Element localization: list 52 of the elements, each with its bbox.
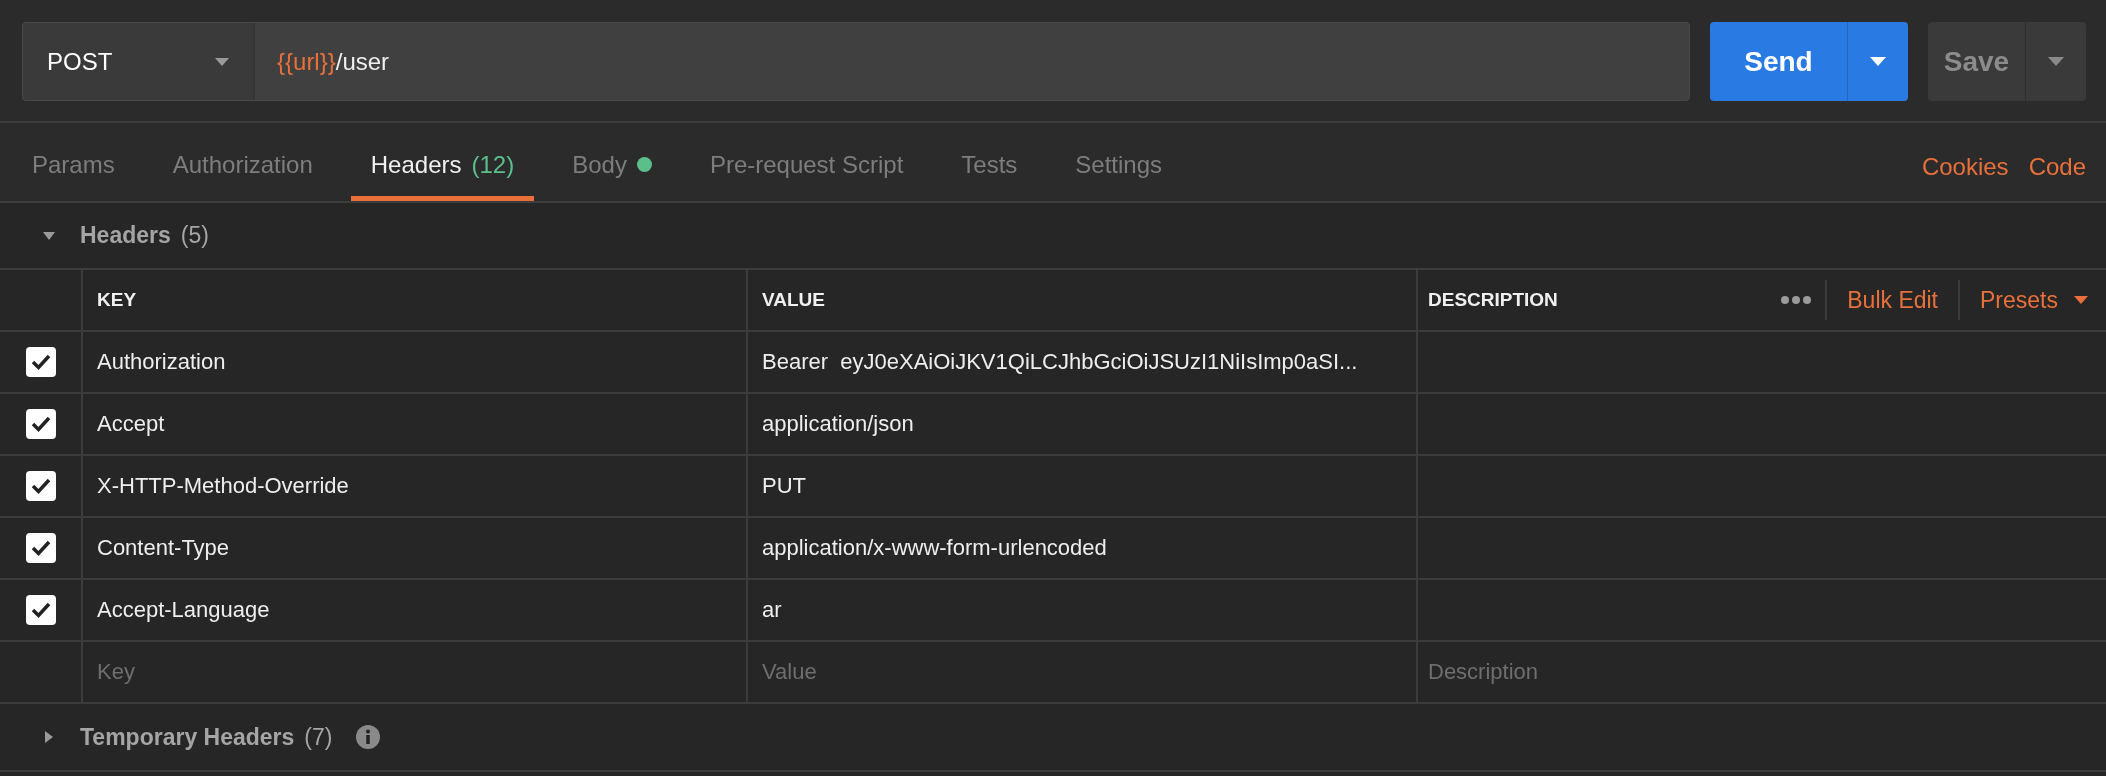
checkbox[interactable] <box>25 409 56 439</box>
tab[interactable]: Tests <box>941 123 1038 201</box>
checkbox[interactable] <box>25 595 56 625</box>
presets-dropdown[interactable]: Presets <box>1958 280 2106 320</box>
caret-icon <box>215 57 229 66</box>
section-title: Headers <box>80 222 171 249</box>
header-key: Authorization <box>97 349 226 375</box>
caret-icon <box>2074 296 2088 304</box>
header-value: application/x-www-form-urlencoded <box>762 535 1107 561</box>
checkmark-icon <box>29 353 52 371</box>
send-button[interactable]: Send <box>1710 22 1848 101</box>
section-title: Temporary Headers <box>80 723 295 751</box>
checkmark-icon <box>29 477 52 495</box>
caret-icon <box>1870 57 1886 66</box>
info-icon[interactable] <box>356 725 381 749</box>
description-input[interactable]: Description <box>1428 659 2073 685</box>
url-field[interactable]: {{url}}/user <box>255 23 1689 100</box>
header-key: Accept-Language <box>97 597 270 623</box>
method-dropdown[interactable]: POST <box>23 23 255 100</box>
key-input[interactable]: Key <box>97 659 714 685</box>
tab-count: (12) <box>471 150 515 179</box>
checkmark-icon <box>29 415 52 433</box>
tab[interactable]: Pre-request Script <box>689 123 924 201</box>
header-value: Bearer eyJ0eXAiOiJKV1QiLCJhbGciOiJSUzI1NiIsImp0aSI... <box>762 349 1358 375</box>
bulk-edit-link[interactable]: Bulk Edit <box>1825 280 1958 320</box>
checkmark-icon <box>29 601 52 619</box>
tab[interactable]: Settings <box>1055 123 1183 201</box>
checkbox[interactable] <box>25 347 56 377</box>
tab[interactable]: Authorization <box>152 123 333 201</box>
section-count: (7) <box>304 723 333 751</box>
header-value: ar <box>762 597 782 623</box>
link[interactable]: Code <box>2028 123 2086 201</box>
header-value: application/json <box>762 411 914 437</box>
column-header: VALUE <box>762 289 825 311</box>
value-input[interactable]: Value <box>762 659 1384 685</box>
column-header: KEY <box>97 289 137 311</box>
checkmark-icon <box>29 539 52 557</box>
save-button[interactable]: Save <box>1928 22 2026 101</box>
tab[interactable]: Headers (12) <box>350 123 535 201</box>
header-value: PUT <box>762 473 806 499</box>
header-key: X-HTTP-Method-Override <box>97 473 349 499</box>
caret-icon <box>2048 57 2064 66</box>
checkbox[interactable] <box>25 533 56 563</box>
section-count: (5) <box>180 222 209 249</box>
more-icon[interactable] <box>1781 296 1812 304</box>
tab[interactable]: Params <box>12 123 135 201</box>
header-key: Accept <box>97 411 165 437</box>
column-header: DESCRIPTION <box>1428 289 1558 311</box>
checkbox[interactable] <box>25 471 56 501</box>
tab[interactable]: Body <box>552 123 672 201</box>
link[interactable]: Cookies <box>1921 123 2009 201</box>
header-key: Content-Type <box>97 535 230 561</box>
